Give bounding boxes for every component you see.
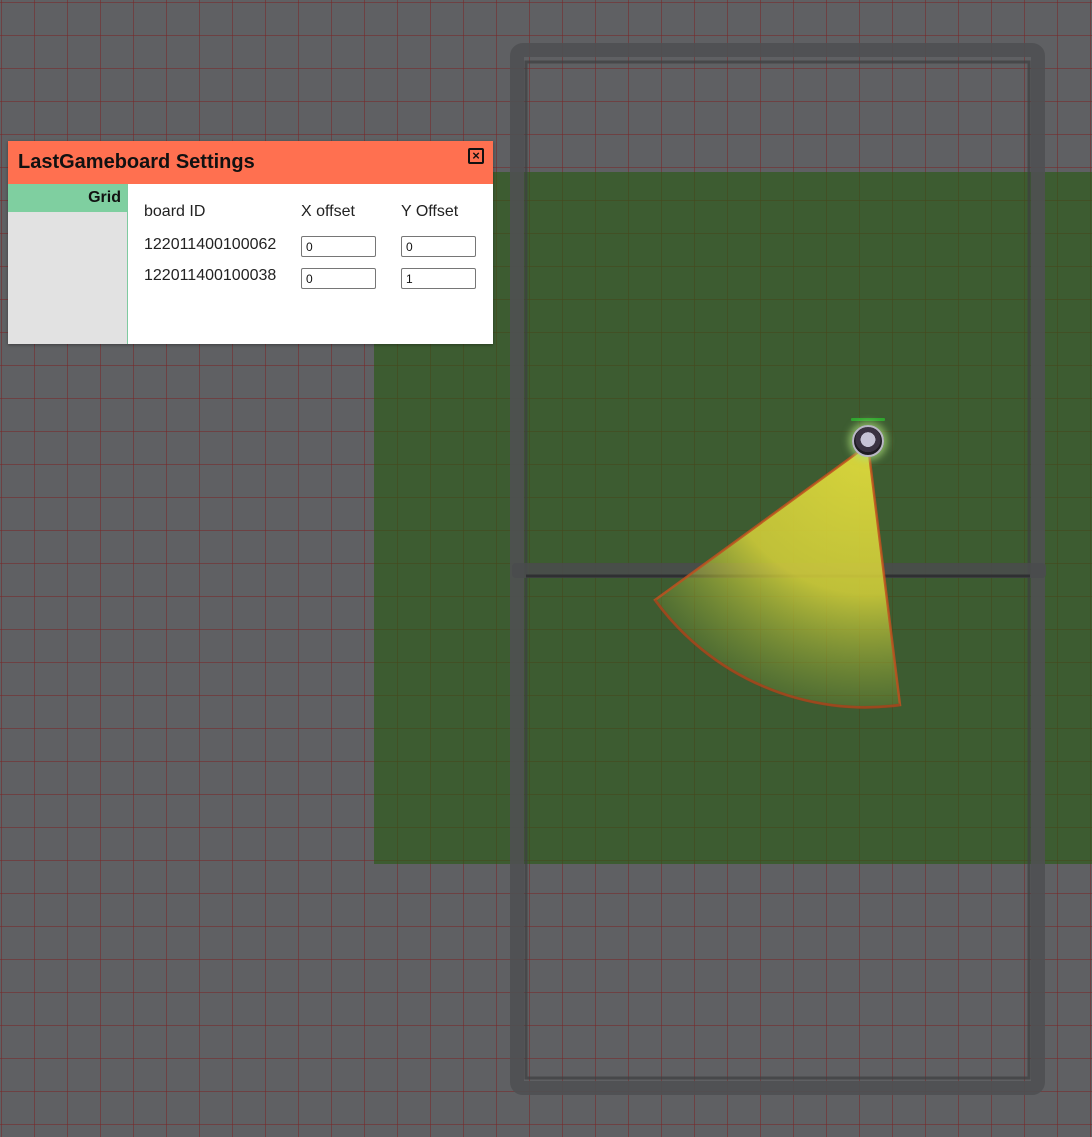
board-id-cell: 122011400100038: [144, 267, 277, 284]
settings-dialog: LastGameboard Settings × Grid board ID X…: [8, 141, 493, 344]
x-offset-input[interactable]: [301, 236, 376, 257]
header-x-offset: X offset: [301, 203, 355, 220]
vision-cone: [653, 442, 902, 709]
token-health-bar: [851, 418, 885, 421]
dialog-title: LastGameboard Settings: [18, 151, 255, 173]
close-icon: ×: [472, 148, 480, 163]
header-board-id: board ID: [144, 203, 206, 220]
tab-grid[interactable]: Grid: [8, 184, 127, 212]
y-offset-input[interactable]: [401, 268, 476, 289]
x-offset-input[interactable]: [301, 268, 376, 289]
y-offset-input[interactable]: [401, 236, 476, 257]
board-id-cell: 122011400100062: [144, 236, 277, 253]
header-y-offset: Y Offset: [401, 203, 459, 220]
character-token-icon[interactable]: [852, 425, 884, 457]
close-button[interactable]: ×: [468, 148, 484, 164]
dialog-sidebar: Grid: [8, 184, 128, 344]
dialog-header: LastGameboard Settings ×: [8, 141, 493, 184]
tab-grid-label: Grid: [88, 189, 121, 206]
